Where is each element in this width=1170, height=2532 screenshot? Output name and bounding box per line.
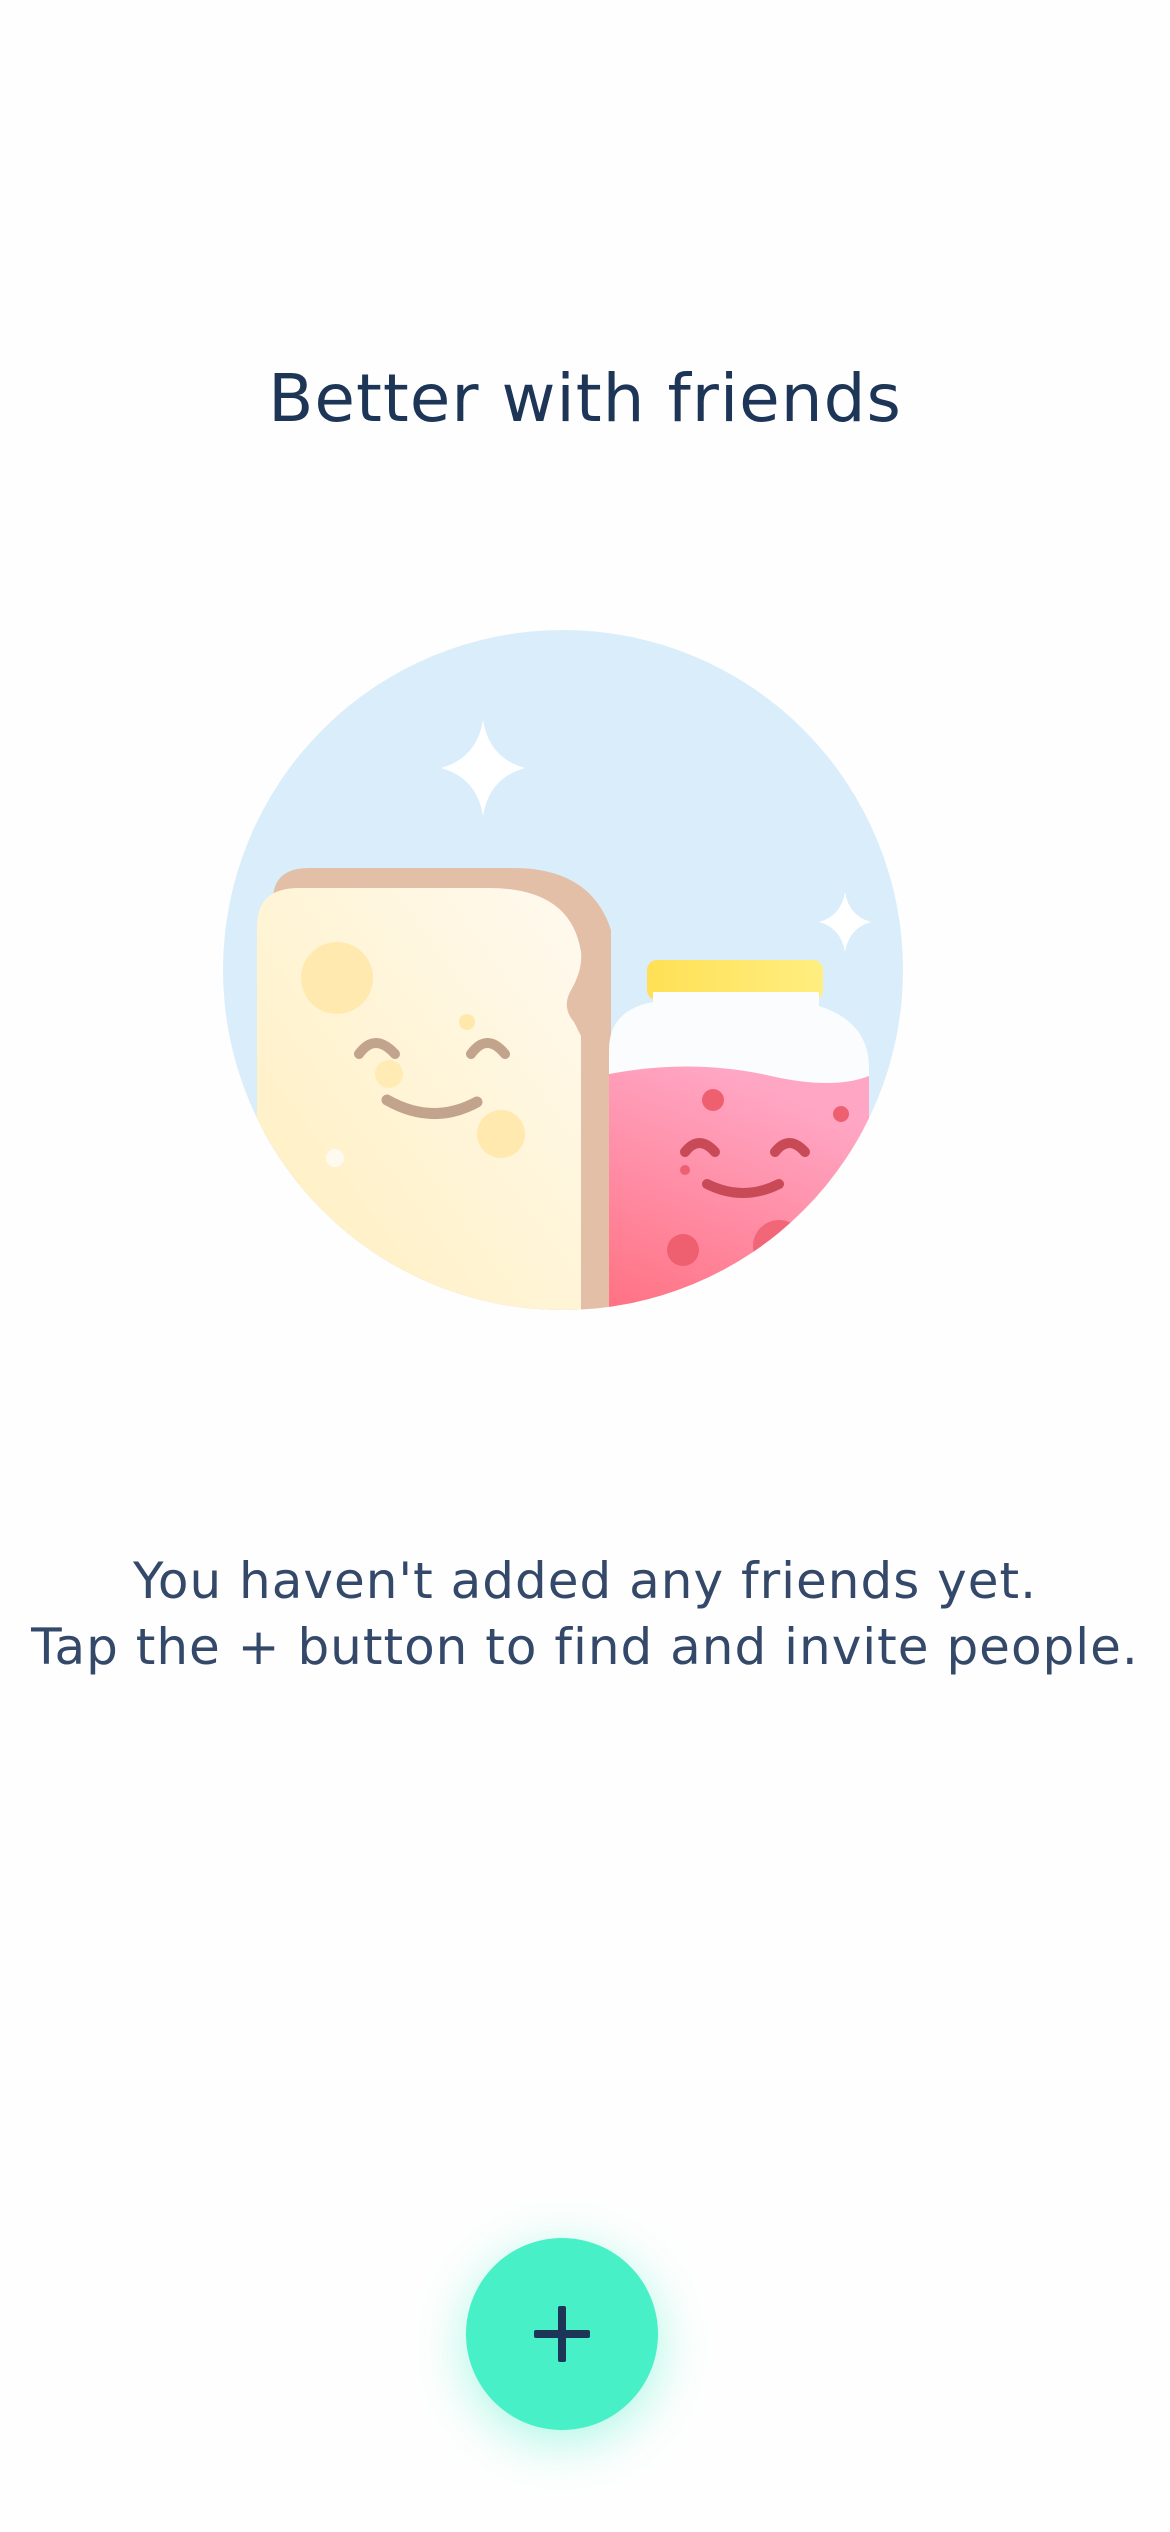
jam-jar	[609, 960, 869, 1310]
friends-empty-screen: Better with friends You haven't added an…	[0, 0, 1170, 2532]
bread-slice	[253, 868, 611, 1310]
bread-and-jam-illustration	[223, 630, 903, 1310]
empty-state-message: You haven't added any friends yet. Tap t…	[0, 1548, 1170, 1680]
plus-icon	[534, 2306, 590, 2362]
page-title: Better with friends	[268, 360, 902, 437]
empty-state-line-1: You haven't added any friends yet.	[132, 1552, 1038, 1610]
empty-state-line-2: Tap the + button to find and invite peop…	[31, 1618, 1139, 1676]
add-friend-button[interactable]	[466, 2238, 658, 2430]
